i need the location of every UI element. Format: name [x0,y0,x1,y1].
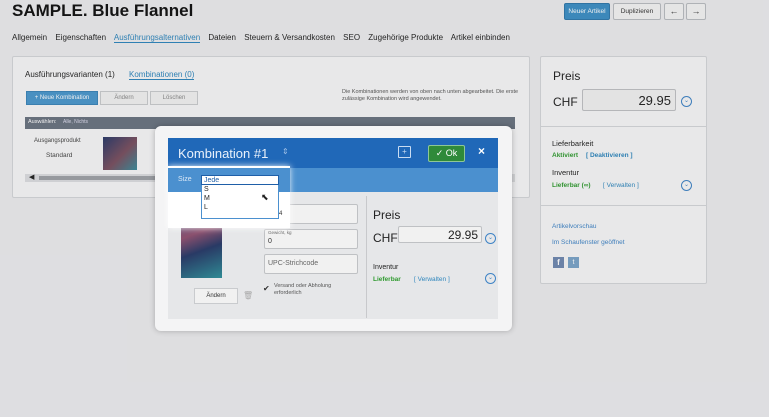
reorder-icon[interactable]: ⇕ [282,147,289,156]
modal-inventory-chevron-icon[interactable]: ⌄ [485,273,496,284]
modal-price-input[interactable]: 29.95 [398,226,482,243]
shipping-checkbox-icon[interactable]: ✔ [263,284,270,293]
modal-title: Kombination #1 [178,146,269,161]
check-icon: ✓ [435,148,444,158]
modal-price-label: Preis [373,208,401,222]
shipping-label: Versand oder Abholung erforderlich [274,283,332,296]
weight-label: Gewicht, kg [268,230,292,235]
duplicate-icon[interactable]: + [398,146,411,158]
ok-button[interactable]: ✓ Ok [428,145,465,162]
modal-price-chevron-icon[interactable]: ⌄ [485,233,496,244]
weight-value: 0 [268,238,272,245]
trash-icon[interactable]: 🗑 [243,291,253,300]
modal-inventory-status: Lieferbar [373,276,401,283]
size-label: Size [178,176,192,183]
size-select[interactable]: Jede [201,175,279,185]
close-icon[interactable]: × [478,144,485,158]
sku-value: 4 [279,211,283,217]
modal-manage-link[interactable]: [ Verwalten ] [414,276,450,283]
size-option[interactable]: L [202,203,278,212]
modal-inventory-label: Inventur [373,264,399,271]
mouse-cursor-icon: ⬉ [261,192,269,202]
modal-divider [366,196,367,318]
modal-currency-label: CHF [373,231,398,245]
change-image-button[interactable]: Ändern [194,288,238,304]
upc-placeholder: UPC-Strichcode [268,260,319,267]
